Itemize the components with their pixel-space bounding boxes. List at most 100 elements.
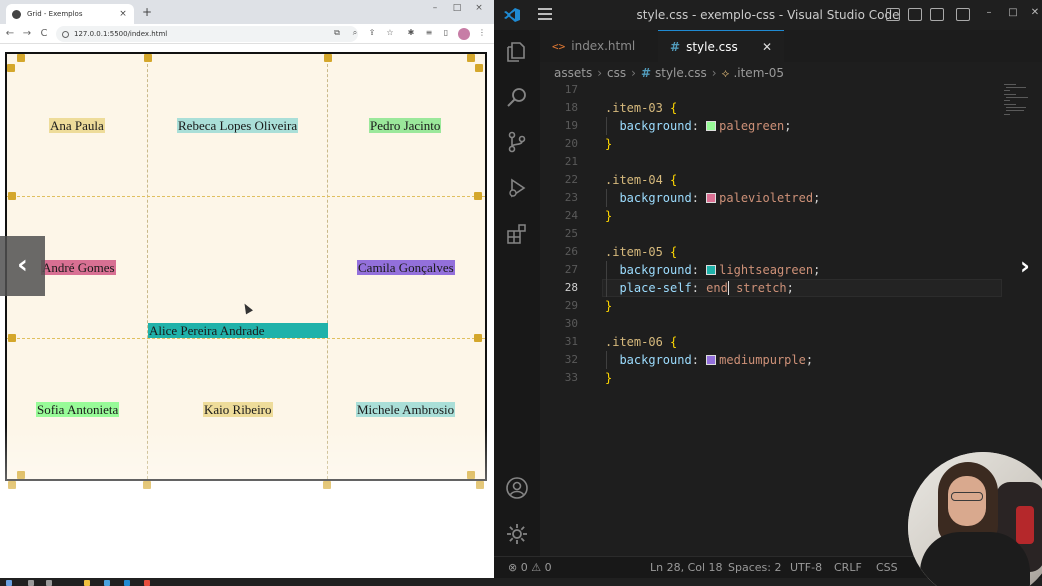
problems-status[interactable]: ⊗ 0 ⚠ 0 (508, 561, 552, 574)
tab-style-css[interactable]: # style.css ✕ (658, 30, 784, 62)
line-number: 17 (564, 83, 578, 96)
profile-avatar[interactable] (458, 28, 470, 40)
grid-line-marker (474, 192, 482, 200)
code-line[interactable]: } (605, 137, 612, 151)
css-selector: .item-05 (605, 245, 663, 259)
cursor-position[interactable]: Ln 28, Col 18 (650, 561, 723, 574)
site-info-icon[interactable] (62, 30, 69, 38)
css-value: lightseagreen (719, 263, 814, 277)
new-tab-button[interactable]: + (140, 5, 154, 19)
grid-line-marker (474, 334, 482, 342)
chevron-right-icon: › (597, 66, 603, 80)
color-swatch-icon[interactable] (706, 265, 717, 275)
code-line[interactable]: } (605, 371, 612, 385)
line-number: 19 (564, 119, 578, 132)
close-window-button[interactable]: ✕ (1028, 7, 1042, 18)
grid-item-7: Sofia Antonieta (36, 402, 120, 417)
customize-layout-icon[interactable] (956, 8, 970, 21)
breadcrumb-item[interactable]: style.css (655, 66, 707, 80)
share-icon[interactable]: ⇪ (367, 28, 377, 38)
browser-tab[interactable]: Grid - Exemplos × (6, 4, 134, 24)
encoding-status[interactable]: UTF-8 (790, 561, 822, 574)
globe-icon (12, 9, 21, 19)
minimap[interactable] (1004, 82, 1034, 122)
code-line[interactable]: background: palegreen; (605, 119, 791, 133)
code-line[interactable]: .item-03 { (605, 101, 677, 115)
code-line[interactable]: place-self: end stretch; (605, 281, 794, 295)
source-control-icon[interactable] (505, 130, 529, 154)
breadcrumb: assets › css › # style.css › ⟡ .item-05 (554, 64, 784, 82)
translate-icon[interactable]: ⧉ (332, 28, 342, 38)
code-line[interactable]: .item-06 { (605, 335, 677, 349)
grid-line-marker (467, 54, 475, 62)
grid-item-3: Pedro Jacinto (369, 118, 442, 133)
browser-toolbar: ← → C 127.0.0.1:5500/index.html ⧉ ⌕ ⇪ ☆ … (0, 24, 494, 44)
run-debug-icon[interactable] (505, 176, 529, 200)
color-swatch-icon[interactable] (706, 355, 717, 365)
app-icon[interactable] (104, 580, 110, 586)
css-value: stretch (736, 281, 787, 295)
maximize-button[interactable]: □ (450, 3, 464, 13)
breadcrumb-item[interactable]: assets (554, 66, 592, 80)
settings-gear-icon[interactable] (505, 522, 529, 546)
eol-status[interactable]: CRLF (834, 561, 862, 574)
file-explorer-icon[interactable] (84, 580, 90, 586)
code-line[interactable]: background: mediumpurple; (605, 353, 813, 367)
bookmark-star-icon[interactable]: ☆ (385, 28, 395, 38)
minimize-button[interactable]: – (982, 7, 996, 18)
line-number: 22 (564, 173, 578, 186)
close-tab-icon[interactable]: × (118, 9, 128, 19)
brace: { (670, 245, 678, 259)
code-line[interactable]: background: palevioletred; (605, 191, 820, 205)
previous-slide-button[interactable]: ‹ (0, 236, 45, 296)
start-icon[interactable] (6, 580, 12, 586)
toggle-panel-icon[interactable] (908, 8, 922, 21)
minimize-button[interactable]: – (428, 3, 442, 13)
grid-line-marker (17, 54, 25, 62)
tab-index-html[interactable]: <> index.html (540, 30, 658, 62)
extensions-icon[interactable] (505, 222, 529, 246)
vscode-titlebar: style.css - exemplo-css - Visual Studio … (494, 0, 1042, 30)
media-icon[interactable]: ≡ (424, 28, 434, 38)
search-icon[interactable] (505, 86, 529, 110)
css-property: background (619, 263, 692, 277)
breadcrumb-item[interactable]: .item-05 (733, 66, 784, 80)
code-line[interactable]: } (605, 209, 612, 223)
css-value: palegreen (719, 119, 785, 133)
code-line[interactable]: .item-05 { (605, 245, 677, 259)
account-icon[interactable] (505, 476, 529, 500)
forward-button[interactable]: → (21, 27, 33, 40)
next-slide-button[interactable]: › (1008, 244, 1042, 288)
toggle-secondary-sidebar-icon[interactable] (930, 8, 944, 21)
search-icon[interactable] (28, 580, 34, 586)
close-window-button[interactable]: × (472, 3, 486, 13)
code-line[interactable]: background: lightseagreen; (605, 263, 820, 277)
side-panel-icon[interactable]: ▯ (441, 28, 451, 38)
reload-button[interactable]: C (38, 27, 50, 40)
zoom-icon[interactable]: ⌕ (350, 28, 360, 38)
line-number: 29 (564, 299, 578, 312)
address-bar[interactable]: 127.0.0.1:5500/index.html (56, 26, 358, 42)
line-number: 24 (564, 209, 578, 222)
close-tab-icon[interactable]: ✕ (762, 40, 772, 54)
language-mode[interactable]: CSS (876, 561, 898, 574)
css-property: place-self (619, 281, 692, 295)
code-line[interactable]: } (605, 299, 612, 313)
back-button[interactable]: ← (4, 27, 16, 40)
vscode-taskbar-icon[interactable] (124, 580, 130, 586)
chrome-taskbar-icon[interactable] (144, 580, 150, 586)
color-swatch-icon[interactable] (706, 121, 717, 131)
task-view-icon[interactable] (46, 580, 52, 586)
css-selector: .item-04 (605, 173, 663, 187)
menu-dots-icon[interactable]: ⋮ (477, 28, 487, 38)
explorer-icon[interactable] (505, 40, 529, 64)
extensions-icon[interactable]: ✱ (406, 28, 416, 38)
maximize-button[interactable]: □ (1006, 7, 1020, 18)
line-number: 20 (564, 137, 578, 150)
html-file-icon: <> (552, 39, 566, 53)
color-swatch-icon[interactable] (706, 193, 717, 203)
breadcrumb-item[interactable]: css (607, 66, 626, 80)
indentation-status[interactable]: Spaces: 2 (728, 561, 781, 574)
toggle-sidebar-icon[interactable] (886, 8, 900, 21)
code-line[interactable]: .item-04 { (605, 173, 677, 187)
